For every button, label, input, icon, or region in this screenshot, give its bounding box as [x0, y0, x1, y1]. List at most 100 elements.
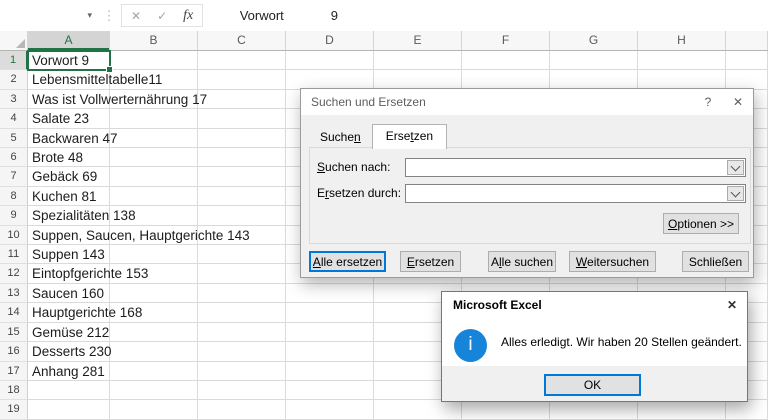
cell[interactable] — [198, 89, 286, 110]
close-icon[interactable]: ✕ — [717, 292, 747, 318]
cell[interactable] — [198, 128, 286, 149]
search-for-input[interactable] — [405, 158, 746, 177]
cell[interactable] — [286, 342, 374, 362]
row-header-15[interactable]: 15 — [0, 322, 28, 343]
tab-suchen[interactable]: Suchen — [309, 127, 372, 148]
search-dropdown-button[interactable] — [727, 160, 744, 175]
cell[interactable] — [198, 283, 286, 304]
cell[interactable] — [198, 70, 286, 90]
cell[interactable] — [550, 400, 638, 420]
cell[interactable] — [726, 70, 768, 90]
row-header-16[interactable]: 16 — [0, 342, 28, 362]
row-header-5[interactable]: 5 — [0, 128, 28, 149]
options-button[interactable]: Optionen >> — [663, 213, 739, 234]
name-box[interactable]: ▾ — [0, 0, 100, 31]
cell[interactable] — [110, 109, 198, 129]
row-header-1[interactable]: 1 — [0, 51, 28, 71]
name-box-dropdown-icon[interactable]: ▾ — [87, 10, 92, 21]
cell[interactable] — [110, 283, 198, 304]
cell[interactable] — [110, 342, 198, 362]
cell[interactable] — [550, 51, 638, 71]
cell[interactable] — [198, 264, 286, 284]
cell[interactable] — [28, 400, 110, 420]
cell[interactable] — [374, 400, 462, 420]
row-header-12[interactable]: 12 — [0, 264, 28, 284]
find-replace-titlebar[interactable]: Suchen und Ersetzen ? ✕ — [301, 89, 753, 115]
row-header-6[interactable]: 6 — [0, 148, 28, 168]
cell[interactable] — [462, 400, 550, 420]
cell[interactable] — [110, 167, 198, 187]
select-all-corner[interactable] — [0, 31, 28, 50]
cell[interactable] — [198, 303, 286, 323]
cell[interactable] — [198, 245, 286, 265]
cell[interactable] — [638, 51, 726, 71]
cell[interactable] — [198, 206, 286, 226]
column-header-H[interactable]: H — [638, 31, 726, 50]
cell[interactable] — [462, 51, 550, 71]
cell[interactable] — [110, 128, 198, 149]
row-header-19[interactable]: 19 — [0, 400, 28, 420]
insert-function-icon[interactable]: fx — [183, 8, 193, 24]
cell[interactable] — [110, 400, 198, 420]
column-header-G[interactable]: G — [550, 31, 638, 50]
column-header-F[interactable]: F — [462, 31, 550, 50]
row-header-10[interactable]: 10 — [0, 225, 28, 246]
row-header-7[interactable]: 7 — [0, 167, 28, 187]
cell[interactable] — [286, 283, 374, 304]
replace-all-button[interactable]: Alle ersetzen — [309, 251, 386, 272]
cell[interactable] — [286, 51, 374, 71]
column-header-E[interactable]: E — [374, 31, 462, 50]
cell[interactable] — [198, 342, 286, 362]
row-header-8[interactable]: 8 — [0, 186, 28, 207]
tab-ersetzen[interactable]: Ersetzen — [371, 124, 448, 149]
cell[interactable] — [198, 167, 286, 187]
find-all-button[interactable]: Alle suchen — [488, 251, 556, 272]
cell[interactable] — [638, 70, 726, 90]
cell[interactable] — [286, 380, 374, 401]
column-header-C[interactable]: C — [198, 31, 286, 50]
cell[interactable] — [286, 400, 374, 420]
cell[interactable] — [198, 380, 286, 401]
cell[interactable] — [462, 70, 550, 90]
close-button[interactable]: Schließen — [682, 251, 749, 272]
cell[interactable] — [110, 245, 198, 265]
cell[interactable] — [110, 380, 198, 401]
cell[interactable] — [110, 186, 198, 207]
column-header-A[interactable]: A — [28, 31, 110, 50]
cell[interactable] — [110, 361, 198, 381]
cell[interactable] — [198, 400, 286, 420]
ok-button[interactable]: OK — [544, 374, 641, 396]
help-icon[interactable]: ? — [693, 89, 723, 115]
row-header-3[interactable]: 3 — [0, 89, 28, 110]
cell[interactable] — [286, 361, 374, 381]
cell[interactable] — [726, 51, 768, 71]
cell[interactable] — [110, 51, 198, 71]
cell[interactable] — [198, 186, 286, 207]
row-header-9[interactable]: 9 — [0, 206, 28, 226]
row-header-2[interactable]: 2 — [0, 70, 28, 90]
cell[interactable] — [726, 400, 768, 420]
cell[interactable] — [286, 70, 374, 90]
replace-button[interactable]: Ersetzen — [400, 251, 461, 272]
cell[interactable] — [374, 51, 462, 71]
cell[interactable] — [110, 322, 198, 343]
cell[interactable] — [198, 361, 286, 381]
column-header-D[interactable]: D — [286, 31, 374, 50]
cell[interactable] — [110, 148, 198, 168]
cell[interactable] — [28, 380, 110, 401]
cell[interactable] — [374, 70, 462, 90]
cell[interactable] — [198, 148, 286, 168]
row-header-4[interactable]: 4 — [0, 109, 28, 129]
row-header-18[interactable]: 18 — [0, 380, 28, 401]
cancel-icon[interactable]: ✕ — [131, 9, 141, 23]
row-header-13[interactable]: 13 — [0, 283, 28, 304]
close-icon[interactable]: ✕ — [723, 89, 753, 115]
message-titlebar[interactable]: Microsoft Excel ✕ — [442, 292, 747, 318]
enter-icon[interactable]: ✓ — [157, 9, 167, 23]
column-header-B[interactable]: B — [110, 31, 198, 50]
row-header-14[interactable]: 14 — [0, 303, 28, 323]
replace-dropdown-button[interactable] — [727, 186, 744, 201]
cell[interactable] — [286, 322, 374, 343]
cell[interactable] — [198, 109, 286, 129]
column-header-partial[interactable] — [726, 31, 768, 50]
